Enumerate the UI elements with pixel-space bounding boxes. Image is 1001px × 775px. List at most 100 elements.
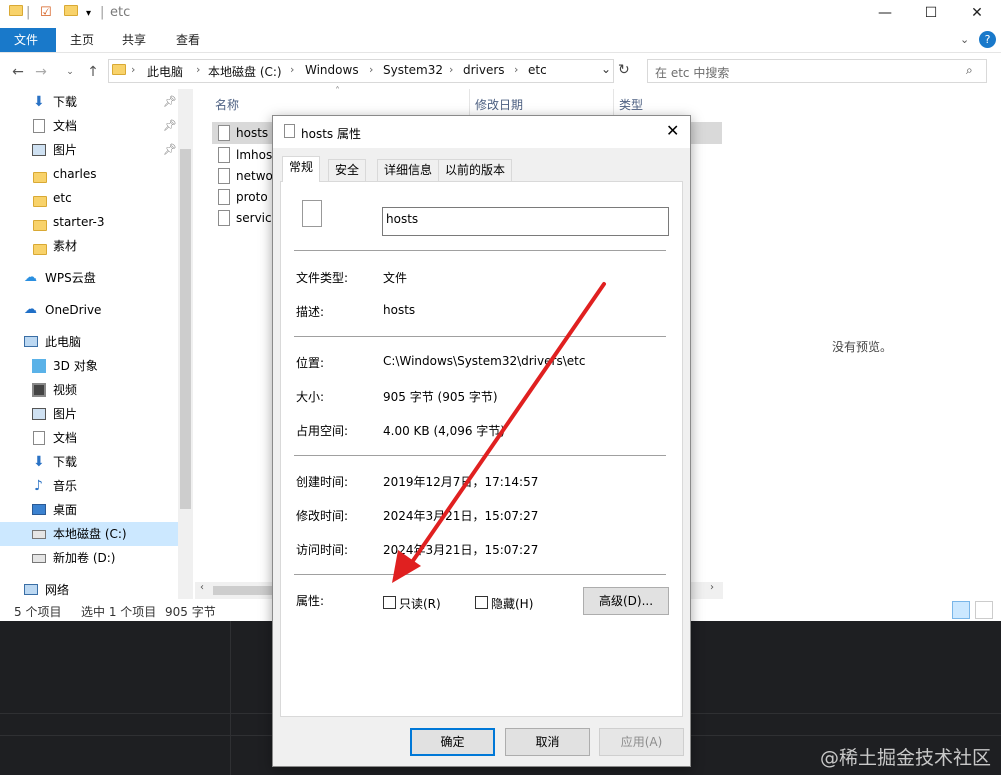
drive-icon [32, 554, 46, 563]
breadcrumb-separator: › [131, 63, 136, 76]
minimize-button[interactable]: — [862, 0, 908, 28]
sidebar-item-etc[interactable]: etc [0, 186, 178, 210]
sidebar-item-pictures-pinned[interactable]: 图片 📌︎ [0, 138, 178, 162]
forward-button[interactable]: → [31, 62, 51, 82]
tab-file[interactable]: 文件 [0, 28, 56, 52]
pin-icon[interactable]: 📌︎ [163, 138, 177, 162]
cancel-button[interactable]: 取消 [505, 728, 590, 756]
tab-previous-versions[interactable]: 以前的版本 [438, 159, 513, 181]
sidebar-item-desktop[interactable]: 桌面 [0, 498, 178, 522]
description-label: 描述: [296, 305, 325, 319]
scroll-left-icon[interactable]: ‹ [200, 582, 204, 593]
breadcrumb-this-pc[interactable]: 此电脑 [147, 63, 183, 80]
column-header-modified[interactable]: 修改日期 [475, 96, 523, 113]
navigation-pane: ⬇ 下载 📌︎ 文档 📌︎ 图片 📌︎ charles etc starter-… [0, 89, 193, 599]
breadcrumb-etc[interactable]: etc [528, 63, 547, 77]
file-icon [218, 189, 230, 205]
sidebar-item-videos[interactable]: 视频 [0, 378, 178, 402]
hidden-checkbox[interactable] [475, 596, 488, 609]
address-bar[interactable]: › 此电脑 › 本地磁盘 (C:) › Windows › System32 ›… [108, 59, 614, 83]
sidebar-item-wps-cloud[interactable]: ☁ WPS云盘 [0, 266, 178, 290]
file-icon [218, 168, 230, 184]
large-icons-view-icon[interactable] [975, 601, 993, 619]
pin-icon[interactable]: 📌︎ [163, 90, 177, 114]
sidebar-item-label: 下载 [53, 455, 78, 469]
hidden-label[interactable]: 隐藏(H) [491, 595, 533, 612]
preview-pane: 没有预览。 [723, 89, 1001, 599]
sidebar-item-music[interactable]: ♪ 音乐 [0, 474, 178, 498]
breadcrumb-separator: › [449, 63, 454, 76]
sidebar-item-label: 音乐 [53, 479, 78, 493]
scrollbar-thumb[interactable] [180, 149, 191, 509]
readonly-label[interactable]: 只读(R) [399, 595, 441, 612]
sidebar-item-label: 下载 [53, 95, 78, 109]
sidebar-item-this-pc[interactable]: 此电脑 [0, 330, 178, 354]
ok-button[interactable]: 确定 [410, 728, 495, 756]
sidebar-item-documents-pinned[interactable]: 文档 📌︎ [0, 114, 178, 138]
size-value: 905 字节 (905 字节) [383, 390, 498, 404]
properties-quick-icon[interactable]: ☑ [40, 5, 52, 20]
up-button[interactable]: ↑ [83, 62, 103, 82]
sidebar-item-3d-objects[interactable]: 3D 对象 [0, 354, 178, 378]
tab-view[interactable]: 查看 [162, 28, 214, 52]
sidebar-scrollbar[interactable] [178, 89, 193, 599]
ribbon-expand-icon[interactable]: ⌄ [960, 33, 969, 46]
maximize-button[interactable]: ☐ [908, 0, 954, 28]
apply-button[interactable]: 应用(A) [599, 728, 684, 756]
search-icon[interactable]: ⌕ [966, 63, 973, 78]
tab-share[interactable]: 共享 [108, 28, 160, 52]
details-view-icon[interactable] [952, 601, 970, 619]
file-name: lmhos [236, 148, 273, 162]
modified-label: 修改时间: [296, 509, 349, 523]
sidebar-item-materials[interactable]: 素材 [0, 234, 178, 258]
sidebar-item-starter-3[interactable]: starter-3 [0, 210, 178, 234]
column-divider[interactable] [613, 89, 614, 117]
dialog-close-button[interactable]: ✕ [666, 121, 679, 140]
recent-locations-icon[interactable]: ⌄ [60, 62, 80, 82]
tab-details[interactable]: 详细信息 [377, 159, 440, 181]
breadcrumb-system32[interactable]: System32 [383, 63, 443, 77]
scroll-right-icon[interactable]: › [710, 582, 714, 593]
sidebar-item-documents[interactable]: 文档 [0, 426, 178, 450]
back-button[interactable]: ← [8, 62, 28, 82]
close-button[interactable]: ✕ [954, 0, 1000, 28]
desktop-icon [32, 504, 46, 515]
sidebar-item-downloads[interactable]: ⬇ 下载 [0, 450, 178, 474]
tab-general[interactable]: 常规 [282, 156, 321, 182]
new-folder-quick-icon[interactable] [64, 5, 78, 20]
pin-icon[interactable]: 📌︎ [163, 114, 177, 138]
divider [230, 621, 231, 775]
size-label: 大小: [296, 390, 325, 404]
network-icon [24, 584, 38, 595]
breadcrumb-drive-c[interactable]: 本地磁盘 (C:) [208, 63, 282, 80]
file-name-field[interactable]: hosts [382, 207, 669, 236]
file-icon [284, 124, 295, 138]
readonly-checkbox[interactable] [383, 596, 396, 609]
modified-value: 2024年3月21日，15:07:27 [383, 509, 539, 523]
help-icon[interactable]: ? [979, 31, 996, 48]
tab-security[interactable]: 安全 [328, 159, 367, 181]
sidebar-item-drive-d[interactable]: 新加卷 (D:) [0, 546, 178, 570]
size-on-disk-value: 4.00 KB (4,096 字节) [383, 424, 505, 438]
sidebar-item-onedrive[interactable]: ☁ OneDrive [0, 298, 178, 322]
sidebar-item-downloads-pinned[interactable]: ⬇ 下载 📌︎ [0, 90, 178, 114]
sidebar-item-label: OneDrive [45, 303, 102, 317]
tab-home[interactable]: 主页 [56, 28, 108, 52]
sidebar-item-pictures[interactable]: 图片 [0, 402, 178, 426]
video-icon [32, 383, 46, 397]
column-header-name[interactable]: 名称 [215, 96, 239, 113]
address-dropdown-icon[interactable]: ⌄ [601, 62, 611, 76]
search-input[interactable]: 在 etc 中搜索 ⌕ [647, 59, 987, 83]
pictures-icon [32, 144, 46, 156]
refresh-icon[interactable]: ↻ [618, 62, 630, 78]
file-name: proto [236, 190, 268, 204]
file-icon [218, 147, 230, 163]
quick-access-dropdown-icon[interactable]: ▾ [86, 8, 91, 19]
breadcrumb-drivers[interactable]: drivers [463, 63, 505, 77]
sidebar-item-drive-c[interactable]: 本地磁盘 (C:) [0, 522, 178, 546]
advanced-button[interactable]: 高级(D)... [583, 587, 669, 615]
column-divider[interactable] [469, 89, 470, 117]
column-header-type[interactable]: 类型 [619, 96, 643, 113]
breadcrumb-windows[interactable]: Windows [305, 63, 359, 77]
sidebar-item-charles[interactable]: charles [0, 162, 178, 186]
